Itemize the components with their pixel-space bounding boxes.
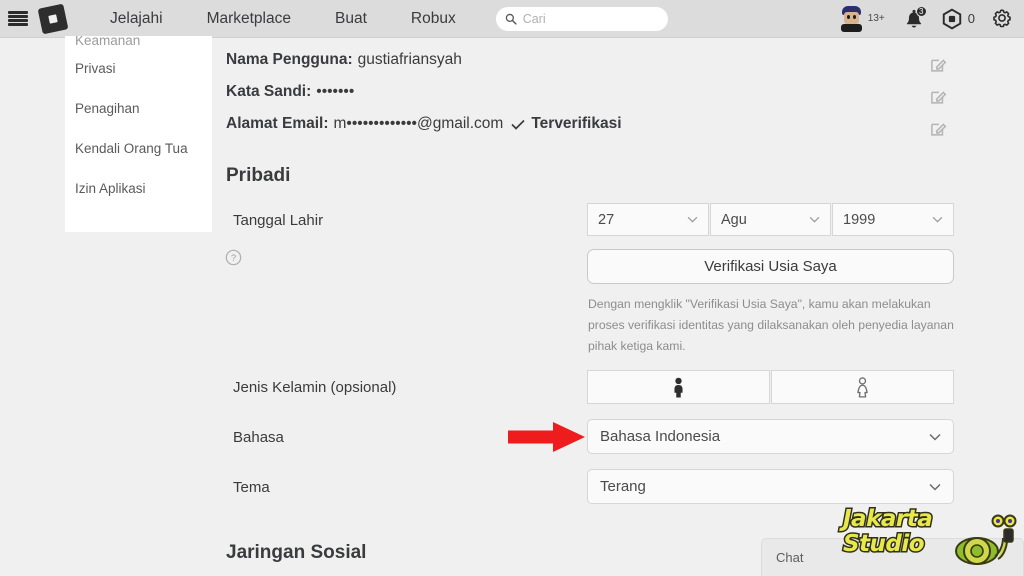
help-circle-icon: ? [225, 249, 242, 266]
notification-count-badge: 3 [915, 5, 927, 17]
edit-password-button[interactable] [930, 80, 947, 112]
birthdate-selectors: 27 Agu 1999 [587, 203, 954, 236]
sidebar-item-kendali-orang-tua[interactable]: Kendali Orang Tua [65, 128, 212, 168]
chevron-down-icon [809, 216, 820, 223]
label-bahasa: Bahasa [233, 429, 284, 446]
gender-selector [587, 370, 954, 404]
sidebar-item-privasi[interactable]: Privasi [65, 48, 212, 88]
settings-button[interactable] [990, 6, 1016, 32]
chevron-down-icon [929, 483, 941, 491]
nav-item-jelajahi[interactable]: Jelajahi [88, 10, 185, 28]
user-avatar-button[interactable]: 13+ [839, 5, 885, 32]
chevron-down-icon [929, 433, 941, 441]
edit-email-button[interactable] [930, 112, 947, 144]
section-title-pribadi: Pribadi [226, 165, 291, 186]
checkmark-icon [511, 119, 525, 130]
roblox-logo-icon[interactable] [37, 3, 69, 34]
section-title-jaringan-sosial: Jaringan Sosial [226, 542, 367, 563]
sidebar-item-izin-aplikasi[interactable]: Izin Aplikasi [65, 168, 212, 208]
password-value: ••••••• [316, 83, 355, 100]
birth-month-select[interactable]: Agu [710, 203, 831, 236]
male-figure-icon [674, 377, 683, 397]
verify-age-button[interactable]: Verifikasi Usia Saya [587, 249, 954, 284]
email-verified-badge: Terverifikasi [511, 115, 622, 133]
robux-balance-button[interactable]: 0 [941, 8, 975, 30]
birthdate-help-button[interactable]: ? [225, 249, 242, 271]
edit-pencil-icon [931, 122, 947, 136]
svg-text:?: ? [231, 253, 236, 264]
avatar [839, 5, 864, 32]
language-select[interactable]: Bahasa Indonesia [587, 419, 954, 454]
gender-option-male[interactable] [587, 370, 770, 404]
username-label: Nama Pengguna: [226, 51, 353, 68]
settings-sidebar: Keamanan Privasi Penagihan Kendali Orang… [65, 36, 212, 232]
nav-item-robux[interactable]: Robux [389, 10, 478, 28]
label-tema: Tema [233, 479, 270, 496]
account-row-email: Alamat Email: m•••••••••••••@gmail.com T… [226, 108, 926, 140]
sidebar-item-penagihan[interactable]: Penagihan [65, 88, 212, 128]
account-edit-buttons [930, 48, 947, 144]
annotation-arrow [508, 420, 586, 459]
female-figure-icon [857, 376, 868, 398]
account-info-list: Nama Pengguna: gustiafriansyah Kata Sand… [226, 44, 926, 140]
account-row-password: Kata Sandi: ••••••• [226, 76, 926, 108]
search-box[interactable] [495, 6, 668, 31]
edit-pencil-icon [931, 90, 947, 104]
birth-day-select[interactable]: 27 [587, 203, 709, 236]
label-jenis-kelamin: Jenis Kelamin (opsional) [233, 379, 397, 396]
sidebar-item-keamanan[interactable]: Keamanan [65, 36, 212, 48]
birth-day-value: 27 [598, 211, 615, 228]
header-actions: 13+ 3 0 [839, 5, 1024, 32]
notifications-button[interactable]: 3 [900, 5, 928, 32]
edit-username-button[interactable] [930, 48, 947, 80]
account-row-username: Nama Pengguna: gustiafriansyah [226, 44, 926, 76]
email-label: Alamat Email: [226, 115, 329, 132]
birth-year-select[interactable]: 1999 [832, 203, 954, 236]
chat-label: Chat [776, 550, 804, 565]
language-value: Bahasa Indonesia [600, 428, 721, 445]
robux-icon [942, 8, 961, 29]
username-value: gustiafriansyah [357, 51, 462, 68]
verified-text: Terverifikasi [531, 115, 622, 132]
red-arrow-right-icon [508, 422, 585, 452]
nav-item-buat[interactable]: Buat [313, 10, 389, 28]
edit-pencil-icon [931, 58, 947, 72]
verify-age-note: Dengan mengklik "Verifikasi Usia Saya", … [588, 297, 954, 353]
nav-item-marketplace[interactable]: Marketplace [185, 10, 313, 28]
chevron-down-icon [932, 216, 943, 223]
email-value: m•••••••••••••@gmail.com [333, 115, 504, 132]
gender-option-female[interactable] [771, 370, 954, 404]
theme-select[interactable]: Terang [587, 469, 954, 504]
chevron-down-icon [687, 216, 698, 223]
label-tanggal-lahir: Tanggal Lahir [233, 212, 324, 229]
watermark-line-1: Jakarta [842, 505, 935, 533]
password-label: Kata Sandi: [226, 83, 312, 100]
search-input[interactable] [522, 11, 659, 26]
page-root: Jelajahi Marketplace Buat Robux 13+ [0, 0, 1024, 576]
top-navigation-bar: Jelajahi Marketplace Buat Robux 13+ [0, 0, 1024, 38]
hamburger-menu-icon[interactable] [8, 11, 28, 26]
birth-year-value: 1999 [843, 211, 876, 228]
birth-month-value: Agu [721, 211, 747, 228]
age-badge: 13+ [867, 13, 885, 24]
theme-value: Terang [600, 478, 646, 495]
gear-icon [993, 8, 1011, 27]
search-icon [505, 13, 517, 25]
robux-amount: 0 [967, 11, 975, 26]
chat-bar[interactable]: Chat [761, 538, 1024, 576]
main-nav: Jelajahi Marketplace Buat Robux [88, 10, 478, 28]
